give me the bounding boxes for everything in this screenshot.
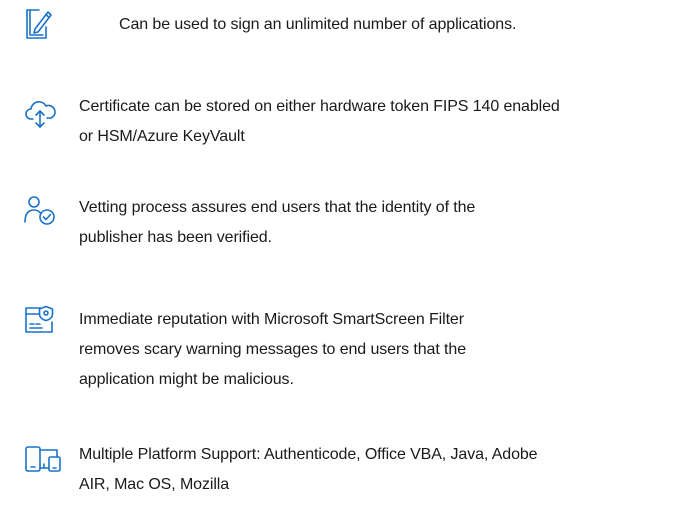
verified-user-icon: [24, 195, 56, 225]
feature-text-line: Can be used to sign an unlimited number …: [119, 16, 517, 33]
sign-document-icon: [24, 7, 52, 41]
feature-text-line: or HSM/Azure KeyVault: [79, 128, 245, 145]
feature-text: Multiple Platform Support: Authenticode,…: [79, 440, 538, 500]
feature-text-line: Vetting process assures end users that t…: [79, 199, 476, 216]
cloud-upload-icon: [24, 97, 56, 129]
feature-text: Certificate can be stored on either hard…: [79, 92, 560, 152]
feature-text-line: publisher has been verified.: [79, 229, 272, 246]
feature-text-line: Immediate reputation with Microsoft Smar…: [79, 311, 464, 328]
feature-text: Can be used to sign an unlimited number …: [119, 10, 516, 40]
secure-browser-icon: [24, 305, 54, 335]
feature-text: Immediate reputation with Microsoft Smar…: [79, 305, 466, 395]
feature-text-line: removes scary warning messages to end us…: [79, 341, 466, 358]
feature-text-line: application might be malicious.: [79, 371, 294, 388]
devices-icon: [24, 445, 62, 473]
feature-text-line: AIR, Mac OS, Mozilla: [79, 476, 230, 493]
feature-text-line: Certificate can be stored on either hard…: [79, 98, 560, 115]
feature-text-line: Multiple Platform Support: Authenticode,…: [79, 446, 538, 463]
feature-text: Vetting process assures end users that t…: [79, 193, 475, 253]
